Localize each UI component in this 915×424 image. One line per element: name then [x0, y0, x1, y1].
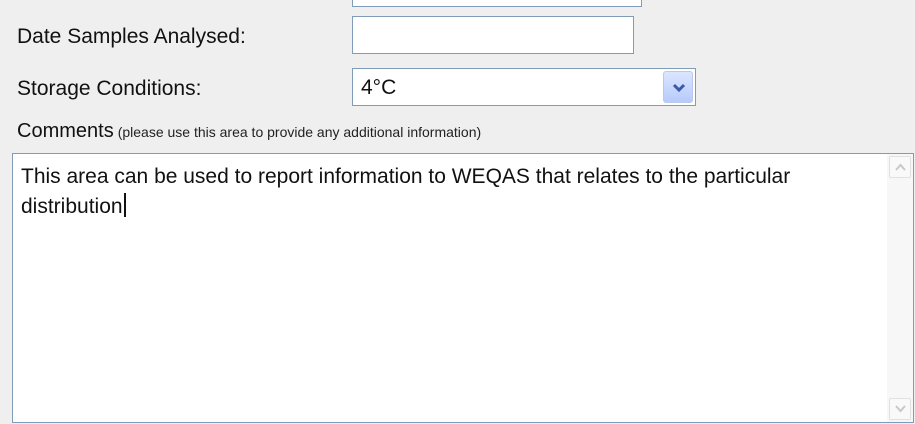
scroll-up-button[interactable] [889, 156, 911, 178]
textarea-scrollbar[interactable] [887, 154, 913, 422]
text-caret [123, 193, 126, 217]
storage-conditions-select[interactable]: 4°C [352, 68, 696, 106]
scroll-down-button[interactable] [889, 398, 911, 420]
comments-hint: (please use this area to provide any add… [117, 124, 482, 140]
comments-text-container: This area can be used to report informat… [21, 162, 871, 222]
date-samples-input[interactable] [352, 16, 634, 54]
storage-conditions-label: Storage Conditions: [17, 77, 202, 100]
comments-textarea[interactable]: This area can be used to report informat… [12, 153, 914, 423]
comments-label: Comments (please use this area to provide… [17, 120, 481, 143]
storage-conditions-value: 4°C [361, 76, 397, 99]
chevron-down-icon [672, 83, 686, 93]
comments-title: Comments [17, 120, 114, 142]
date-samples-label: Date Samples Analysed: [17, 25, 246, 48]
comments-text: This area can be used to report informat… [21, 165, 791, 218]
previous-input-field[interactable] [352, 0, 642, 7]
scroll-down-icon [895, 405, 906, 413]
storage-dropdown-button[interactable] [663, 71, 693, 103]
scroll-up-icon [895, 163, 906, 171]
